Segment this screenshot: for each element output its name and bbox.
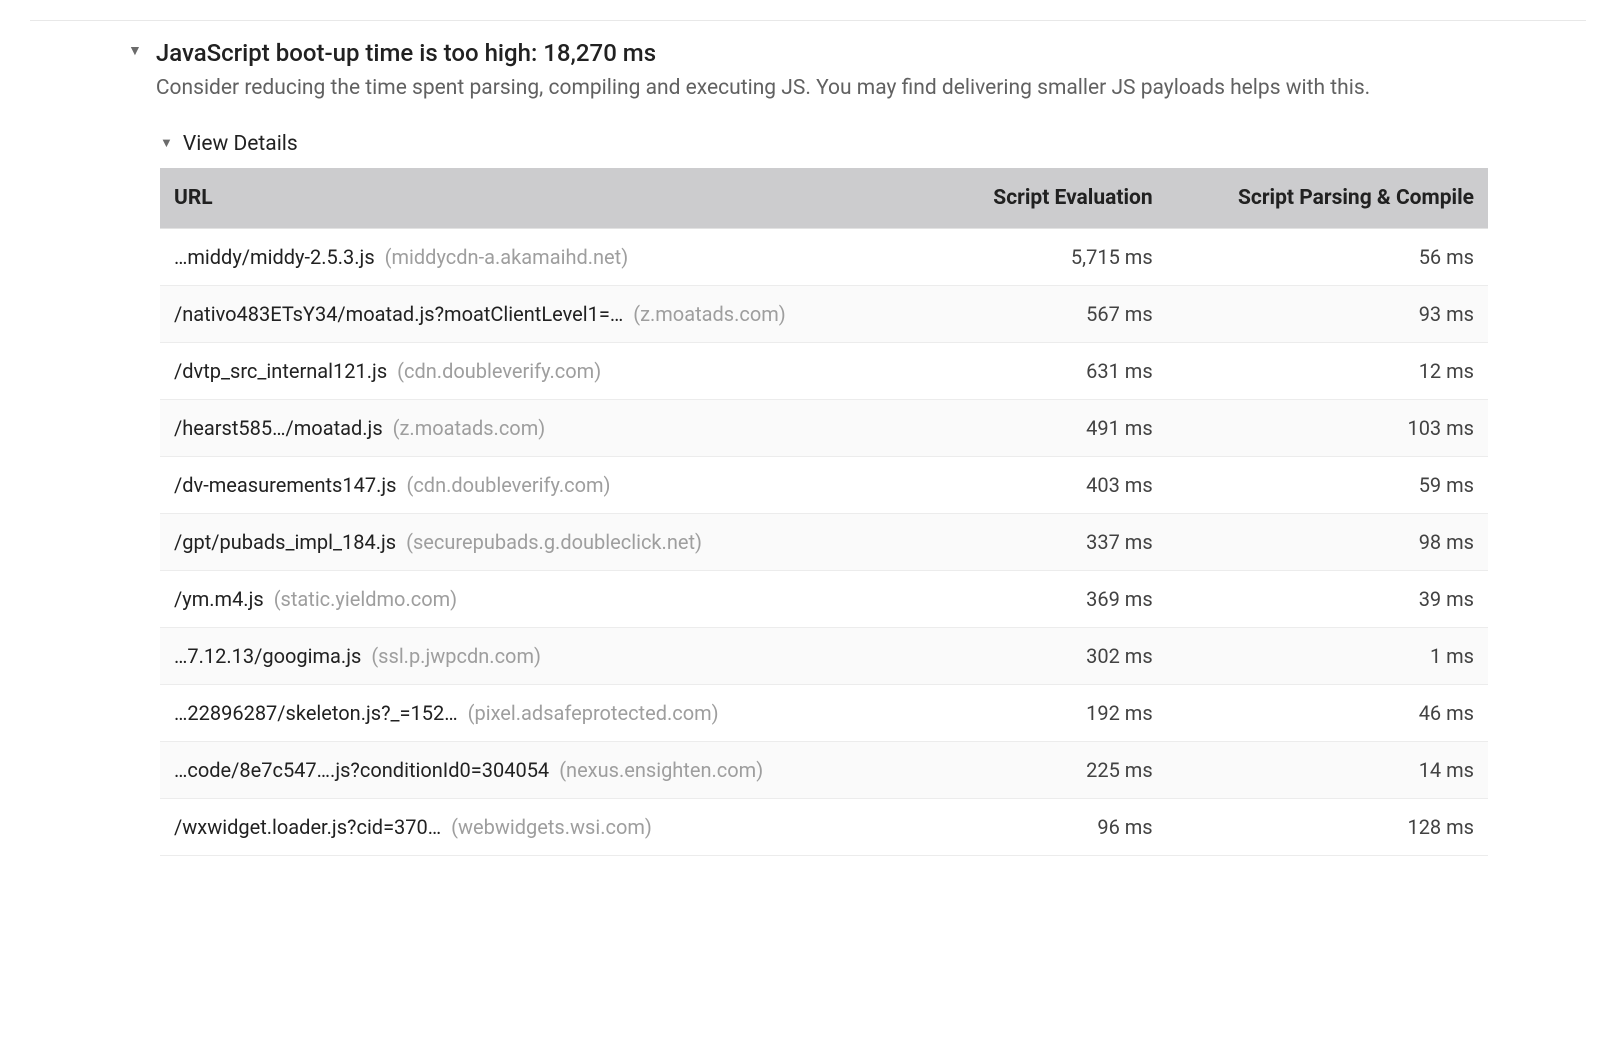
- url-host: (pixel.adsafeprotected.com): [468, 701, 719, 725]
- url-cell[interactable]: …code/8e7c547….js?conditionId0=304054 (ne…: [160, 741, 939, 798]
- url-host: (middycdn-a.akamaihd.net): [385, 245, 629, 269]
- script-eval-cell: 491 ms: [939, 399, 1167, 456]
- script-parse-cell: 128 ms: [1167, 798, 1488, 855]
- url-path: /ym.m4.js: [174, 587, 264, 611]
- view-details-label: View Details: [183, 132, 298, 156]
- script-parse-cell: 39 ms: [1167, 570, 1488, 627]
- script-parse-cell: 56 ms: [1167, 228, 1488, 285]
- url-host: (webwidgets.wsi.com): [451, 815, 652, 839]
- url-host: (cdn.doubleverify.com): [406, 473, 610, 497]
- url-cell[interactable]: …middy/middy-2.5.3.js (middycdn-a.akamaih…: [160, 228, 939, 285]
- url-cell[interactable]: …7.12.13/googima.js (ssl.p.jwpcdn.com): [160, 627, 939, 684]
- table-row: /ym.m4.js (static.yieldmo.com) 369 ms39 ms: [160, 570, 1488, 627]
- url-cell[interactable]: /wxwidget.loader.js?cid=370… (webwidgets.…: [160, 798, 939, 855]
- audit-panel: ▼ JavaScript boot-up time is too high: 1…: [128, 31, 1488, 856]
- url-host: (static.yieldmo.com): [274, 587, 457, 611]
- script-parse-cell: 1 ms: [1167, 627, 1488, 684]
- url-path: /dv-measurements147.js: [174, 473, 396, 497]
- url-cell[interactable]: …22896287/skeleton.js?_=152… (pixel.adsaf…: [160, 684, 939, 741]
- script-parse-cell: 46 ms: [1167, 684, 1488, 741]
- table-row: …22896287/skeleton.js?_=152… (pixel.adsaf…: [160, 684, 1488, 741]
- url-cell[interactable]: /dvtp_src_internal121.js (cdn.doubleverif…: [160, 342, 939, 399]
- url-path: /dvtp_src_internal121.js: [174, 359, 387, 383]
- script-eval-cell: 192 ms: [939, 684, 1167, 741]
- table-row: …code/8e7c547….js?conditionId0=304054 (ne…: [160, 741, 1488, 798]
- url-host: (securepubads.g.doubleclick.net): [406, 530, 702, 554]
- script-parse-cell: 14 ms: [1167, 741, 1488, 798]
- url-path: …22896287/skeleton.js?_=152…: [174, 701, 458, 725]
- audit-details: ▼ View Details URL Script Evaluation Scr…: [160, 132, 1488, 856]
- audit-description: Consider reducing the time spent parsing…: [156, 73, 1370, 103]
- script-eval-cell: 369 ms: [939, 570, 1167, 627]
- script-eval-cell: 403 ms: [939, 456, 1167, 513]
- url-path: /nativo483ETsY34/moatad.js?moatClientLev…: [174, 302, 623, 326]
- table-row: …7.12.13/googima.js (ssl.p.jwpcdn.com) 302…: [160, 627, 1488, 684]
- url-cell[interactable]: /gpt/pubads_impl_184.js (securepubads.g.d…: [160, 513, 939, 570]
- url-path: …7.12.13/googima.js: [174, 644, 361, 668]
- script-parse-cell: 98 ms: [1167, 513, 1488, 570]
- url-path: /wxwidget.loader.js?cid=370…: [174, 815, 441, 839]
- audit-title: JavaScript boot-up time is too high: 18,…: [156, 37, 1370, 69]
- url-cell[interactable]: /nativo483ETsY34/moatad.js?moatClientLev…: [160, 285, 939, 342]
- url-path: …middy/middy-2.5.3.js: [174, 245, 375, 269]
- script-parse-cell: 59 ms: [1167, 456, 1488, 513]
- view-details-toggle[interactable]: ▼ View Details: [160, 132, 1488, 156]
- url-cell[interactable]: /hearst585…/moatad.js (z.moatads.com): [160, 399, 939, 456]
- script-eval-cell: 337 ms: [939, 513, 1167, 570]
- table-row: /nativo483ETsY34/moatad.js?moatClientLev…: [160, 285, 1488, 342]
- script-eval-cell: 225 ms: [939, 741, 1167, 798]
- table-row: …middy/middy-2.5.3.js (middycdn-a.akamaih…: [160, 228, 1488, 285]
- chevron-down-icon: ▼: [160, 137, 173, 150]
- url-host: (nexus.ensighten.com): [559, 758, 763, 782]
- col-script-parse: Script Parsing & Compile: [1167, 168, 1488, 229]
- script-eval-cell: 96 ms: [939, 798, 1167, 855]
- table-row: /hearst585…/moatad.js (z.moatads.com) 491 …: [160, 399, 1488, 456]
- script-eval-cell: 5,715 ms: [939, 228, 1167, 285]
- script-parse-cell: 12 ms: [1167, 342, 1488, 399]
- table-row: /gpt/pubads_impl_184.js (securepubads.g.d…: [160, 513, 1488, 570]
- results-table: URL Script Evaluation Script Parsing & C…: [160, 168, 1488, 856]
- url-host: (cdn.doubleverify.com): [397, 359, 601, 383]
- url-cell[interactable]: /dv-measurements147.js (cdn.doubleverify.…: [160, 456, 939, 513]
- script-eval-cell: 631 ms: [939, 342, 1167, 399]
- url-path: …code/8e7c547….js?conditionId0=304054: [174, 758, 549, 782]
- script-eval-cell: 302 ms: [939, 627, 1167, 684]
- table-header-row: URL Script Evaluation Script Parsing & C…: [160, 168, 1488, 229]
- url-path: /hearst585…/moatad.js: [174, 416, 383, 440]
- col-url: URL: [160, 168, 939, 229]
- url-host: (z.moatads.com): [633, 302, 786, 326]
- table-row: /wxwidget.loader.js?cid=370… (webwidgets.…: [160, 798, 1488, 855]
- url-cell[interactable]: /ym.m4.js (static.yieldmo.com): [160, 570, 939, 627]
- url-host: (ssl.p.jwpcdn.com): [371, 644, 541, 668]
- audit-header: ▼ JavaScript boot-up time is too high: 1…: [128, 31, 1488, 114]
- url-host: (z.moatads.com): [393, 416, 546, 440]
- collapse-toggle-icon[interactable]: ▼: [128, 44, 142, 58]
- script-parse-cell: 93 ms: [1167, 285, 1488, 342]
- script-eval-cell: 567 ms: [939, 285, 1167, 342]
- col-script-eval: Script Evaluation: [939, 168, 1167, 229]
- table-row: /dv-measurements147.js (cdn.doubleverify.…: [160, 456, 1488, 513]
- script-parse-cell: 103 ms: [1167, 399, 1488, 456]
- table-row: /dvtp_src_internal121.js (cdn.doubleverif…: [160, 342, 1488, 399]
- url-path: /gpt/pubads_impl_184.js: [174, 530, 396, 554]
